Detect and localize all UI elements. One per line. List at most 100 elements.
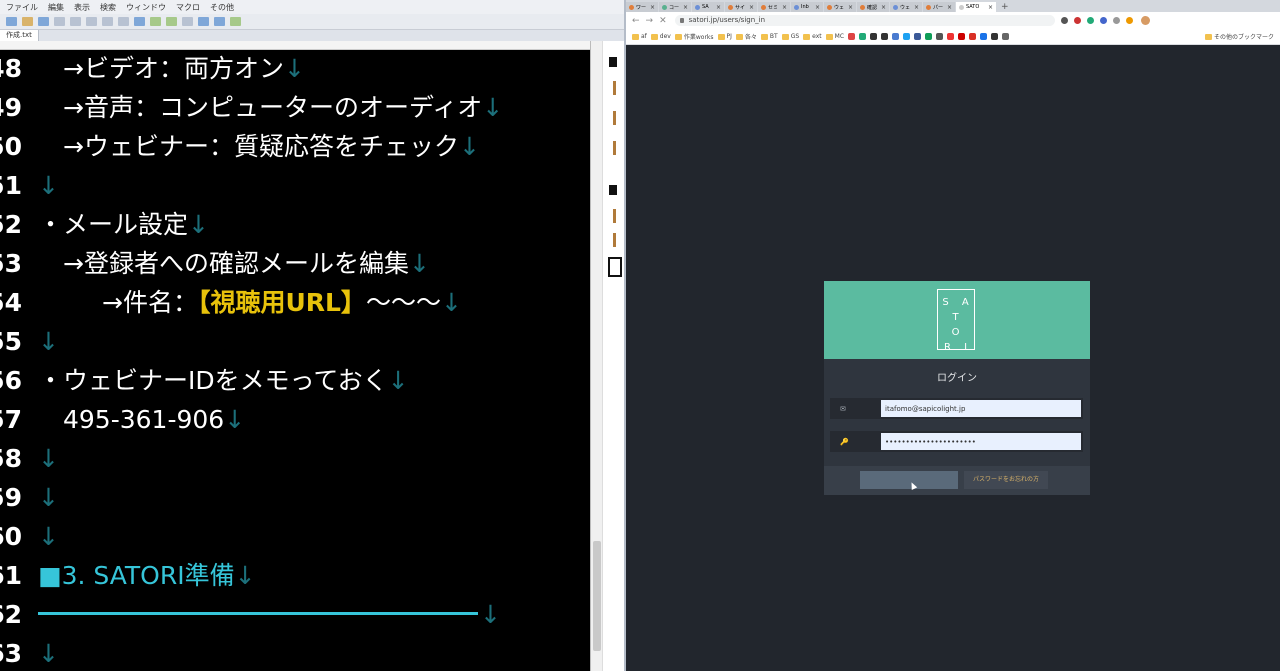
email-field[interactable] (881, 400, 1081, 417)
menu-other[interactable]: その他 (210, 2, 234, 13)
extension-icon[interactable] (1099, 17, 1107, 24)
bookmark-item[interactable] (870, 33, 878, 40)
cut-icon[interactable] (54, 17, 65, 26)
browser-tab[interactable]: ウェ × (890, 2, 922, 12)
satori-logo: S A T O R I (937, 289, 975, 353)
extension-icon[interactable] (1086, 17, 1094, 24)
bookmark-item[interactable] (991, 33, 999, 40)
close-icon[interactable]: × (716, 4, 721, 11)
bookmark-item[interactable]: BT (760, 33, 778, 40)
scrollbar-thumb[interactable] (593, 541, 601, 651)
browser-tab[interactable]: Inb × (791, 2, 823, 12)
close-icon[interactable]: × (683, 4, 688, 11)
line-text: ・ウェビナーIDをメモっておく (38, 366, 388, 395)
undo-icon[interactable] (102, 17, 113, 26)
extension-icon[interactable] (1073, 17, 1081, 24)
bookmark-item[interactable]: 各々 (735, 32, 757, 41)
window-icon[interactable] (214, 17, 225, 26)
browser-tab[interactable]: パー × (923, 2, 955, 12)
browser-tab[interactable]: ウェ × (824, 2, 856, 12)
save-icon[interactable] (38, 17, 49, 26)
search-down-icon[interactable] (150, 17, 161, 26)
help-icon[interactable] (230, 17, 241, 26)
close-icon[interactable]: × (947, 4, 952, 11)
replace-icon[interactable] (182, 17, 193, 26)
bookmark-icon (925, 33, 933, 40)
bookmark-item[interactable]: 作業works (674, 32, 714, 41)
settings-icon[interactable] (198, 17, 209, 26)
menu-search[interactable]: 検索 (100, 2, 116, 13)
reload-icon[interactable]: ✕ (659, 16, 667, 26)
browser-tab-active[interactable]: SATO × (956, 2, 996, 12)
bookmark-item[interactable] (936, 33, 944, 40)
forgot-password-link[interactable]: パスワードをお忘れの方 (964, 471, 1048, 489)
address-bar[interactable]: satori.jp/users/sign_in (674, 15, 1055, 26)
paste-icon[interactable] (86, 17, 97, 26)
close-icon[interactable]: × (848, 4, 853, 11)
bookmark-item[interactable] (892, 33, 900, 40)
bookmark-item[interactable] (848, 33, 856, 40)
bookmark-item[interactable]: GS (781, 33, 799, 40)
password-field[interactable] (881, 433, 1081, 450)
bookmark-item[interactable]: MC (825, 33, 844, 40)
bookmark-item[interactable] (980, 33, 988, 40)
redo-icon[interactable] (118, 17, 129, 26)
back-icon[interactable]: ← (632, 16, 640, 26)
menu-macro[interactable]: マクロ (176, 2, 200, 13)
browser-tab[interactable]: ワー × (626, 2, 658, 12)
avatar[interactable] (1140, 16, 1150, 25)
line-text: 〜〜〜 (365, 288, 441, 317)
forward-icon[interactable]: → (646, 16, 654, 26)
search-up-icon[interactable] (166, 17, 177, 26)
search-icon[interactable] (134, 17, 145, 26)
close-icon[interactable]: × (815, 4, 820, 11)
extension-icon[interactable] (1112, 17, 1120, 24)
tab-favicon-icon (728, 4, 733, 10)
close-icon[interactable]: × (749, 4, 754, 11)
new-file-icon[interactable] (6, 17, 17, 26)
bookmark-item[interactable] (881, 33, 889, 40)
other-bookmarks[interactable]: その他のブックマーク (1204, 32, 1274, 41)
menu-edit[interactable]: 編集 (48, 2, 64, 13)
bookmark-item[interactable] (969, 33, 977, 40)
menu-file[interactable]: ファイル (6, 2, 38, 13)
close-icon[interactable]: × (782, 4, 787, 11)
bookmark-item[interactable]: ext (803, 33, 822, 40)
close-icon[interactable]: × (914, 4, 919, 11)
bookmark-item[interactable] (903, 33, 911, 40)
marker (608, 257, 622, 277)
line-text: ・メール設定 (38, 210, 189, 239)
browser-tab[interactable]: サイ × (725, 2, 757, 12)
login-button[interactable] (860, 471, 958, 489)
open-folder-icon[interactable] (22, 17, 33, 26)
browser-tab[interactable]: コー × (659, 2, 691, 12)
close-icon[interactable]: × (650, 4, 655, 11)
menu-window[interactable]: ウィンドウ (126, 2, 166, 13)
return-mark: ↓ (482, 93, 504, 122)
return-mark: ↓ (234, 561, 256, 590)
bookmark-item[interactable] (859, 33, 867, 40)
bookmark-item[interactable] (914, 33, 922, 40)
menu-view[interactable]: 表示 (74, 2, 90, 13)
bookmark-item[interactable] (1002, 33, 1010, 40)
bookmark-item[interactable]: dev (650, 33, 671, 40)
close-icon[interactable]: × (881, 4, 886, 11)
bookmark-icon (969, 33, 977, 40)
bookmark-item[interactable]: PJ (717, 33, 732, 40)
copy-icon[interactable] (70, 17, 81, 26)
new-tab-icon[interactable]: + (1001, 2, 1009, 12)
extension-icon[interactable] (1125, 17, 1133, 24)
bookmark-item[interactable]: af (632, 33, 647, 40)
line-number: 48 (0, 54, 22, 83)
browser-tab[interactable]: セミ × (758, 2, 790, 12)
line-number: 57 (0, 405, 22, 434)
browser-tab[interactable]: SA × (692, 2, 724, 12)
editor-text-area[interactable]: 48 →ビデオ：両方オン↓ 49 →音声：コンピューターのオーディオ↓ 50 →… (0, 49, 590, 671)
file-tab[interactable]: 作成.txt (0, 30, 39, 41)
bookmark-item[interactable] (925, 33, 933, 40)
bookmark-item[interactable] (947, 33, 955, 40)
extension-icon[interactable] (1060, 17, 1068, 24)
bookmark-item[interactable] (958, 33, 966, 40)
close-icon[interactable]: × (988, 4, 993, 11)
browser-tab[interactable]: 確認 × (857, 2, 889, 12)
